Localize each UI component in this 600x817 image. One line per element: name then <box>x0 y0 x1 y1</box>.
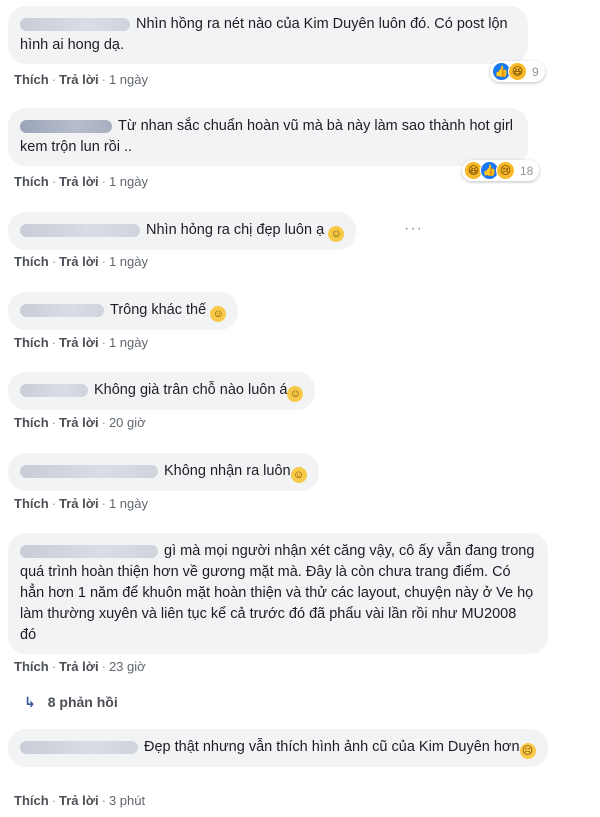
comment-4: Trông khác thế ☺ <box>8 292 239 330</box>
commenter-name-blurred[interactable] <box>20 223 140 237</box>
smiling-emoji-icon: ☺ <box>210 306 227 322</box>
commenter-name-blurred[interactable] <box>20 17 130 31</box>
reaction-summary[interactable]: 👍 😆 9 <box>490 61 545 82</box>
comment-text: gì mà mọi người nhận xét căng vậy, cô ấy… <box>20 543 535 643</box>
haha-reaction-icon: 😆 <box>508 62 527 81</box>
relieved-emoji-icon: ☺ <box>328 226 345 242</box>
like-link[interactable]: Thích <box>14 174 49 189</box>
reply-link[interactable]: Trả lời <box>59 254 99 269</box>
comment-time[interactable]: 1 ngày <box>109 496 148 511</box>
comment-bubble: gì mà mọi người nhận xét căng vậy, cô ấy… <box>8 533 548 654</box>
view-replies-link[interactable]: ↳ 8 phản hồi <box>24 694 118 711</box>
comment-text: Không nhận ra luôn <box>164 463 291 479</box>
like-link[interactable]: Thích <box>14 793 49 808</box>
comment-text: Không già trân chỗ nào luôn á <box>94 382 288 398</box>
comment-time[interactable]: 1 ngày <box>109 254 148 269</box>
comment-6: Không nhận ra luôn ☺ <box>8 453 319 491</box>
more-options-icon[interactable]: ··· <box>404 220 423 238</box>
like-link[interactable]: Thích <box>14 72 49 87</box>
comment-bubble: Nhìn hỏng ra chị đẹp luôn ạ ☺ <box>8 212 357 250</box>
comment-actions: Thích · Trả lời · 20 giờ <box>14 415 146 430</box>
reply-arrow-icon: ↳ <box>24 694 36 710</box>
comment-actions: Thích · Trả lời · 1 ngày <box>14 496 148 511</box>
commenter-name-blurred[interactable] <box>20 740 138 754</box>
commenter-name-blurred[interactable] <box>20 544 158 558</box>
like-link[interactable]: Thích <box>14 415 49 430</box>
comment-time[interactable]: 1 ngày <box>109 72 148 87</box>
comment-bubble: Nhìn hồng ra nét nào của Kim Duyên luôn … <box>8 6 528 64</box>
comment-time[interactable]: 20 giờ <box>109 415 146 430</box>
comment-text: Đẹp thật nhưng vẫn thích hình ảnh cũ của… <box>144 739 520 755</box>
reply-link[interactable]: Trả lời <box>59 174 99 189</box>
comment-bubble: Không nhận ra luôn ☺ <box>8 453 319 491</box>
disappointed-emoji-icon: ☹ <box>519 743 536 759</box>
comment-time[interactable]: 23 giờ <box>109 659 146 674</box>
reaction-count: 18 <box>520 163 534 178</box>
replies-count-label: 8 phản hồi <box>47 694 118 710</box>
like-link[interactable]: Thích <box>14 335 49 350</box>
sad-reaction-icon: 😢 <box>496 161 515 180</box>
comment-2: Từ nhan sắc chuẩn hoàn vũ mà bà này làm … <box>8 108 528 166</box>
reply-link[interactable]: Trả lời <box>59 793 99 808</box>
blushing-emoji-icon: ☺ <box>287 386 304 402</box>
commenter-name-blurred[interactable] <box>20 303 104 317</box>
reply-link[interactable]: Trả lời <box>59 496 99 511</box>
comment-3: Nhìn hỏng ra chị đẹp luôn ạ ☺ <box>8 212 357 250</box>
comment-time[interactable]: 3 phút <box>109 793 145 808</box>
reply-link[interactable]: Trả lời <box>59 415 99 430</box>
reply-link[interactable]: Trả lời <box>59 659 99 674</box>
commenter-name-blurred[interactable] <box>20 464 158 478</box>
comment-actions: Thích · Trả lời · 1 ngày <box>14 254 148 269</box>
comment-text: Nhìn hỏng ra chị đẹp luôn ạ <box>146 222 325 238</box>
comment-bubble: Không già trân chỗ nào luôn á ☺ <box>8 372 316 410</box>
comment-actions: Thích · Trả lời · 23 giờ <box>14 659 146 674</box>
comment-text: Trông khác thế <box>110 302 207 318</box>
comment-8: Đẹp thật nhưng vẫn thích hình ảnh cũ của… <box>8 729 548 767</box>
comment-7: gì mà mọi người nhận xét căng vậy, cô ấy… <box>8 533 548 654</box>
comment-bubble: Từ nhan sắc chuẩn hoàn vũ mà bà này làm … <box>8 108 528 166</box>
comment-time[interactable]: 1 ngày <box>109 174 148 189</box>
comment-1: Nhìn hồng ra nét nào của Kim Duyên luôn … <box>8 6 528 64</box>
reply-link[interactable]: Trả lời <box>59 72 99 87</box>
like-link[interactable]: Thích <box>14 254 49 269</box>
comment-actions: Thích · Trả lời · 1 ngày <box>14 174 148 189</box>
comment-bubble: Đẹp thật nhưng vẫn thích hình ảnh cũ của… <box>8 729 548 767</box>
comment-bubble: Trông khác thế ☺ <box>8 292 239 330</box>
comment-actions: Thích · Trả lời · 1 ngày <box>14 335 148 350</box>
like-link[interactable]: Thích <box>14 659 49 674</box>
reply-link[interactable]: Trả lời <box>59 335 99 350</box>
commenter-name-blurred[interactable] <box>20 383 88 397</box>
comment-5: Không già trân chỗ nào luôn á ☺ <box>8 372 316 410</box>
neutral-emoji-icon: ☺ <box>290 467 307 483</box>
comment-time[interactable]: 1 ngày <box>109 335 148 350</box>
reaction-count: 9 <box>532 64 539 79</box>
reaction-summary[interactable]: 😆 👍 😢 18 <box>462 160 540 181</box>
like-link[interactable]: Thích <box>14 496 49 511</box>
comment-actions: Thích · Trả lời · 3 phút <box>14 793 146 808</box>
comment-actions: Thích · Trả lời · 1 ngày <box>14 72 148 87</box>
commenter-name-blurred[interactable] <box>20 119 112 133</box>
